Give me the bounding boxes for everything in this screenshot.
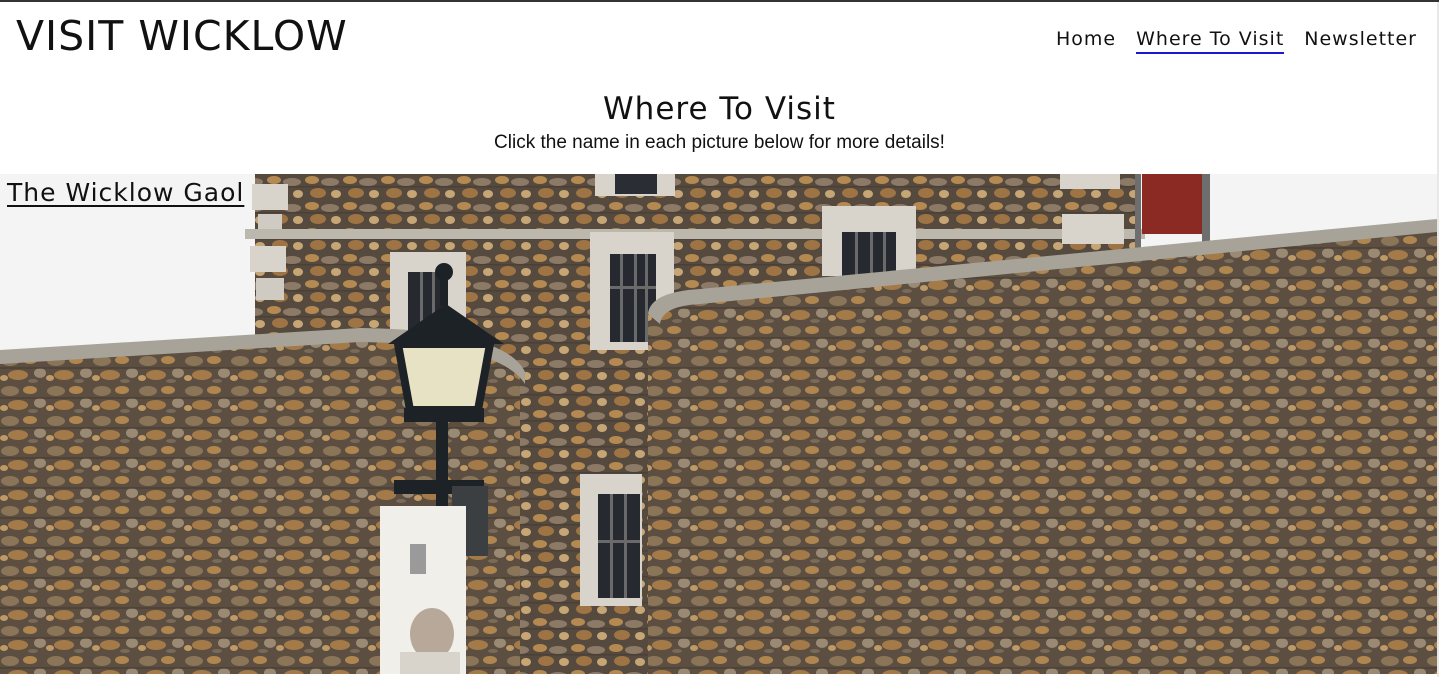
- main-nav: Home Where To Visit Newsletter: [1056, 28, 1417, 54]
- nav-link-home[interactable]: Home: [1056, 28, 1116, 54]
- wicklow-gaol-photo: [0, 174, 1437, 674]
- place-link-wicklow-gaol[interactable]: The Wicklow Gaol: [7, 178, 244, 207]
- site-logo[interactable]: VISIT WICKLOW: [16, 16, 348, 57]
- nav-link-where-to-visit[interactable]: Where To Visit: [1136, 28, 1285, 54]
- page-title: Where To Visit: [603, 91, 836, 127]
- place-card-wicklow-gaol: The Wicklow Gaol: [0, 174, 1437, 674]
- page-subtitle: Click the name in each picture below for…: [494, 132, 945, 153]
- nav-link-newsletter[interactable]: Newsletter: [1304, 28, 1417, 54]
